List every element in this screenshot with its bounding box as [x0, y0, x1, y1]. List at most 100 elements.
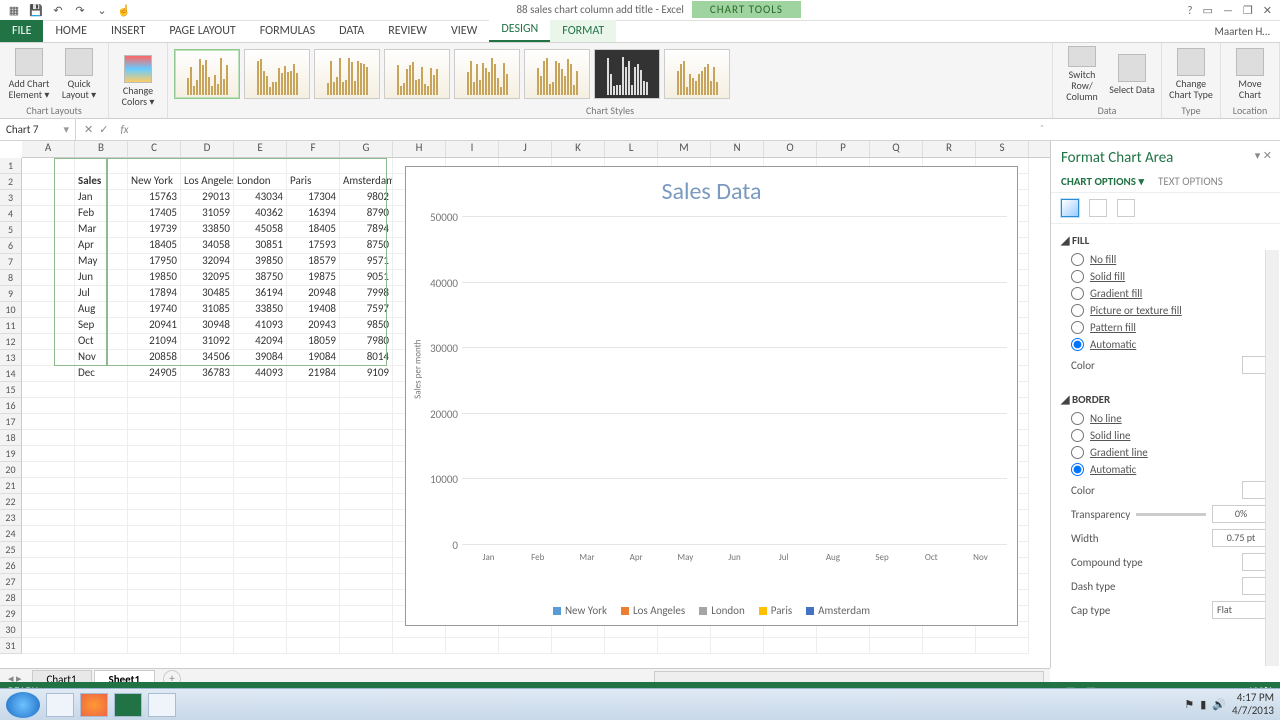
- help-button[interactable]: ?: [1187, 4, 1192, 17]
- touch-mode-icon[interactable]: ☝: [116, 2, 132, 18]
- tray-clock[interactable]: 4:17 PM4/7/2013: [1232, 692, 1274, 716]
- chart-style-thumb[interactable]: [664, 49, 730, 99]
- taskbar-excel-icon[interactable]: [114, 693, 142, 717]
- ribbon-display-button[interactable]: ▭: [1203, 4, 1213, 17]
- tray-network-icon[interactable]: ▮: [1200, 698, 1206, 711]
- user-account[interactable]: Maarten H…: [1204, 21, 1280, 42]
- fill-option[interactable]: Picture or texture fill: [1061, 302, 1270, 319]
- undo-icon[interactable]: ↶: [50, 2, 66, 18]
- fill-option[interactable]: No fill: [1061, 251, 1270, 268]
- border-option[interactable]: Gradient line: [1061, 444, 1270, 461]
- save-icon[interactable]: 💾: [28, 2, 44, 18]
- transparency-value[interactable]: 0%: [1212, 505, 1270, 523]
- group-data: Data: [1059, 103, 1155, 118]
- taskbar-app-icon[interactable]: [148, 693, 176, 717]
- chart-style-thumb[interactable]: [594, 49, 660, 99]
- taskbar-firefox-icon[interactable]: [80, 693, 108, 717]
- switch-row-column-button[interactable]: Switch Row/ Column: [1059, 46, 1105, 102]
- border-option[interactable]: Automatic: [1061, 461, 1270, 478]
- system-tray[interactable]: ⚑ ▮ 🔊 4:17 PM4/7/2013: [1184, 692, 1274, 716]
- tab-insert[interactable]: INSERT: [99, 20, 157, 42]
- width-label: Width: [1071, 532, 1099, 545]
- chart-legend[interactable]: New YorkLos AngelesLondonParisAmsterdam: [406, 604, 1017, 617]
- quick-layout-button[interactable]: Quick Layout ▾: [56, 46, 102, 102]
- column-headers[interactable]: ABCDEFGHIJKLMNOPQRS: [22, 141, 1050, 158]
- tab-format[interactable]: FORMAT: [550, 20, 616, 42]
- tab-data[interactable]: DATA: [327, 20, 376, 42]
- excel-icon: ▦: [6, 2, 22, 18]
- quick-access-toolbar: ▦ 💾 ↶ ↷ ⌄ ☝: [0, 2, 138, 18]
- title-bar: ▦ 💾 ↶ ↷ ⌄ ☝ 88 sales chart column add ti…: [0, 0, 1280, 21]
- taskbar-explorer-icon[interactable]: [46, 693, 74, 717]
- chart-style-thumb[interactable]: [524, 49, 590, 99]
- chart-style-thumb[interactable]: [384, 49, 450, 99]
- border-section-header[interactable]: ◢ BORDER: [1061, 393, 1270, 406]
- chart-style-thumb[interactable]: [244, 49, 310, 99]
- formula-bar: Chart 7▾ ✕ ✓ fx: [0, 119, 1280, 141]
- tray-volume-icon[interactable]: 🔊: [1212, 698, 1226, 711]
- chart-styles-gallery[interactable]: [174, 45, 1046, 103]
- cancel-formula-icon[interactable]: ✕: [84, 123, 93, 136]
- formula-input[interactable]: [133, 119, 1280, 140]
- close-button[interactable]: ✕: [1263, 4, 1272, 17]
- ribbon: Add Chart Element ▾ Quick Layout ▾ Chart…: [0, 43, 1280, 119]
- size-properties-category-icon[interactable]: [1117, 199, 1135, 217]
- width-value[interactable]: 0.75 pt: [1212, 529, 1270, 547]
- ribbon-tabs: FILE HOME INSERT PAGE LAYOUT FORMULAS DA…: [0, 21, 1280, 43]
- move-chart-button[interactable]: Move Chart: [1227, 46, 1273, 102]
- add-chart-element-button[interactable]: Add Chart Element ▾: [6, 46, 52, 102]
- name-box[interactable]: Chart 7▾: [0, 119, 76, 140]
- pane-tab-chart-options[interactable]: CHART OPTIONS ▾: [1061, 175, 1144, 188]
- tab-file[interactable]: FILE: [0, 20, 43, 42]
- change-colors-button[interactable]: Change Colors ▾: [115, 53, 161, 109]
- windows-taskbar: ⚑ ▮ 🔊 4:17 PM4/7/2013: [0, 688, 1280, 720]
- transparency-label: Transparency: [1071, 508, 1130, 521]
- tab-page-layout[interactable]: PAGE LAYOUT: [157, 20, 247, 42]
- border-option[interactable]: Solid line: [1061, 427, 1270, 444]
- fill-color-label: Color: [1071, 359, 1095, 372]
- cap-type-picker[interactable]: Flat: [1212, 601, 1270, 619]
- embedded-chart[interactable]: Sales Data Sales per month 0100002000030…: [405, 166, 1018, 626]
- minimize-button[interactable]: —: [1223, 4, 1233, 17]
- pane-tab-text-options[interactable]: TEXT OPTIONS: [1158, 175, 1223, 188]
- border-color-label: Color: [1071, 484, 1095, 497]
- effects-category-icon[interactable]: [1089, 199, 1107, 217]
- start-button[interactable]: [6, 692, 40, 718]
- fill-option[interactable]: Pattern fill: [1061, 319, 1270, 336]
- tray-flag-icon[interactable]: ⚑: [1184, 698, 1194, 711]
- fx-icon[interactable]: fx: [116, 123, 132, 136]
- border-option[interactable]: No line: [1061, 410, 1270, 427]
- chart-style-thumb[interactable]: [174, 49, 240, 99]
- worksheet-area: ABCDEFGHIJKLMNOPQRS 12345678910111213141…: [0, 141, 1050, 668]
- change-chart-type-button[interactable]: Change Chart Type: [1168, 46, 1214, 102]
- pane-close-icon[interactable]: ▾ ✕: [1255, 149, 1272, 162]
- window-title: 88 sales chart column add title - ExcelC…: [138, 3, 1179, 17]
- tab-home[interactable]: HOME: [43, 20, 99, 42]
- collapse-ribbon-icon[interactable]: ˆ: [1040, 122, 1044, 135]
- fill-section-header[interactable]: ◢ FILL: [1061, 234, 1270, 247]
- fill-option[interactable]: Automatic: [1061, 336, 1270, 353]
- restore-button[interactable]: ❐: [1243, 4, 1253, 17]
- chart-title[interactable]: Sales Data: [406, 167, 1017, 210]
- fill-option[interactable]: Solid fill: [1061, 268, 1270, 285]
- select-data-button[interactable]: Select Data: [1109, 46, 1155, 102]
- dash-type-label: Dash type: [1071, 580, 1116, 593]
- redo-icon[interactable]: ↷: [72, 2, 88, 18]
- chart-style-thumb[interactable]: [454, 49, 520, 99]
- tab-view[interactable]: VIEW: [439, 20, 489, 42]
- fill-option[interactable]: Gradient fill: [1061, 285, 1270, 302]
- tab-formulas[interactable]: FORMULAS: [248, 20, 327, 42]
- fill-line-category-icon[interactable]: [1061, 199, 1079, 217]
- format-chart-area-pane: Format Chart Area ▾ ✕ CHART OPTIONS ▾ TE…: [1050, 141, 1280, 668]
- cap-type-label: Cap type: [1071, 604, 1110, 617]
- transparency-slider[interactable]: [1136, 513, 1206, 516]
- tab-design[interactable]: DESIGN: [489, 18, 550, 42]
- pane-scrollbar[interactable]: [1265, 250, 1279, 666]
- row-headers[interactable]: 1234567891011121314151617181920212223242…: [0, 158, 22, 654]
- qat-custom-icon[interactable]: ⌄: [94, 2, 110, 18]
- tab-review[interactable]: REVIEW: [376, 20, 439, 42]
- group-location: Location: [1227, 103, 1273, 118]
- chart-style-thumb[interactable]: [314, 49, 380, 99]
- enter-formula-icon[interactable]: ✓: [99, 123, 108, 136]
- plot-area[interactable]: 01000020000300004000050000JanFebMarAprMa…: [462, 217, 1007, 545]
